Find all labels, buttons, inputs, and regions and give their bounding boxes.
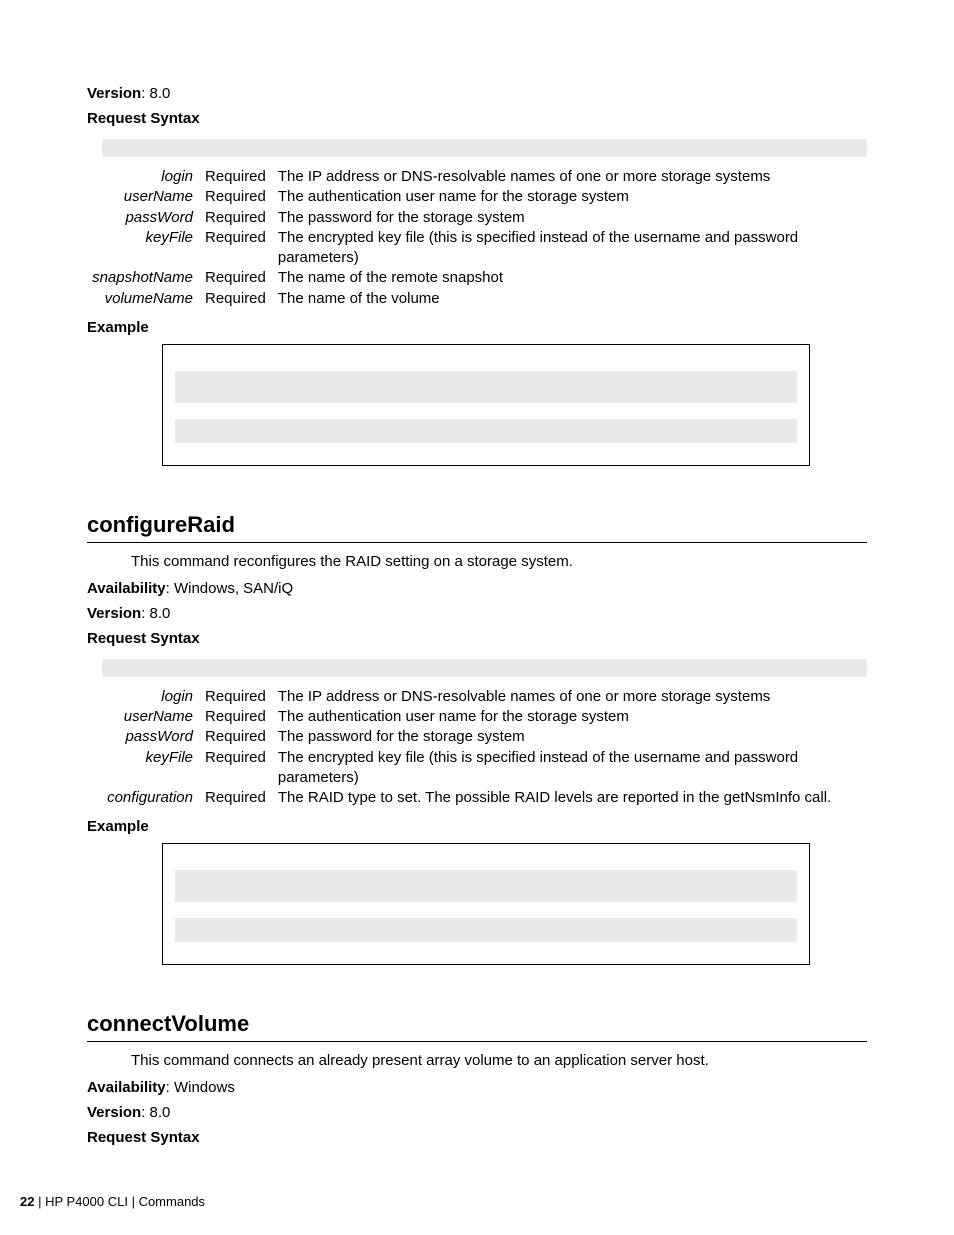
availability-line: Availability: Windows xyxy=(87,1079,867,1096)
table-row: login Required The IP address or DNS-res… xyxy=(87,687,842,707)
param-name: volumeName xyxy=(87,289,199,309)
example-box xyxy=(162,843,810,965)
example-placeholder-bar xyxy=(175,918,797,942)
param-description: The name of the volume xyxy=(272,289,842,309)
table-row: userName Required The authentication use… xyxy=(87,187,842,207)
param-required: Required xyxy=(199,748,272,789)
param-name: passWord xyxy=(87,727,199,747)
param-name: configuration xyxy=(87,788,199,808)
param-name: login xyxy=(87,167,199,187)
version-label: Version xyxy=(87,605,141,622)
version-value: : 8.0 xyxy=(141,605,170,622)
param-required: Required xyxy=(199,707,272,727)
table-row: userName Required The authentication use… xyxy=(87,707,842,727)
version-value: : 8.0 xyxy=(141,85,170,102)
table-row: snapshotName Required The name of the re… xyxy=(87,268,842,288)
syntax-placeholder-bar xyxy=(102,659,867,677)
table-row: volumeName Required The name of the volu… xyxy=(87,289,842,309)
table-row: configuration Required The RAID type to … xyxy=(87,788,842,808)
section-description: This command connects an already present… xyxy=(131,1052,867,1069)
availability-label: Availability xyxy=(87,1079,166,1096)
section-heading-configureraid: configureRaid xyxy=(87,512,867,543)
param-description: The name of the remote snapshot xyxy=(272,268,842,288)
param-required: Required xyxy=(199,208,272,228)
param-name: passWord xyxy=(87,208,199,228)
page-number: 22 xyxy=(20,1194,34,1209)
footer-product: HP P4000 CLI xyxy=(45,1194,128,1209)
param-required: Required xyxy=(199,687,272,707)
param-name: keyFile xyxy=(87,748,199,789)
param-description: The password for the storage system xyxy=(272,727,842,747)
param-required: Required xyxy=(199,187,272,207)
parameter-table: login Required The IP address or DNS-res… xyxy=(87,167,842,309)
request-syntax-label: Request Syntax xyxy=(87,110,867,127)
example-box xyxy=(162,344,810,466)
param-required: Required xyxy=(199,788,272,808)
param-name: userName xyxy=(87,187,199,207)
example-placeholder-bar xyxy=(175,371,797,403)
availability-value: : Windows xyxy=(166,1079,235,1096)
param-description: The RAID type to set. The possible RAID … xyxy=(272,788,842,808)
version-line: Version: 8.0 xyxy=(87,605,867,622)
table-row: keyFile Required The encrypted key file … xyxy=(87,228,842,269)
param-required: Required xyxy=(199,727,272,747)
table-row: passWord Required The password for the s… xyxy=(87,727,842,747)
param-description: The encrypted key file (this is specifie… xyxy=(272,228,842,269)
syntax-placeholder-bar xyxy=(102,139,867,157)
param-required: Required xyxy=(199,167,272,187)
section-heading-connectvolume: connectVolume xyxy=(87,1011,867,1042)
table-row: login Required The IP address or DNS-res… xyxy=(87,167,842,187)
section-description: This command reconfigures the RAID setti… xyxy=(131,553,867,570)
table-row: passWord Required The password for the s… xyxy=(87,208,842,228)
param-required: Required xyxy=(199,228,272,269)
footer-section: Commands xyxy=(139,1194,205,1209)
example-placeholder-bar xyxy=(175,870,797,902)
parameter-table: login Required The IP address or DNS-res… xyxy=(87,687,842,809)
version-line: Version: 8.0 xyxy=(87,85,867,102)
param-description: The authentication user name for the sto… xyxy=(272,187,842,207)
example-label: Example xyxy=(87,818,867,835)
example-placeholder-bar xyxy=(175,419,797,443)
param-required: Required xyxy=(199,268,272,288)
footer-sep: | xyxy=(128,1194,139,1209)
version-line: Version: 8.0 xyxy=(87,1104,867,1121)
param-required: Required xyxy=(199,289,272,309)
request-syntax-label: Request Syntax xyxy=(87,630,867,647)
param-description: The IP address or DNS-resolvable names o… xyxy=(272,167,842,187)
version-label: Version xyxy=(87,85,141,102)
param-description: The encrypted key file (this is specifie… xyxy=(272,748,842,789)
param-name: userName xyxy=(87,707,199,727)
param-description: The password for the storage system xyxy=(272,208,842,228)
param-name: keyFile xyxy=(87,228,199,269)
page-footer: 22 | HP P4000 CLI | Commands xyxy=(20,1194,205,1209)
example-label: Example xyxy=(87,319,867,336)
version-label: Version xyxy=(87,1104,141,1121)
availability-label: Availability xyxy=(87,580,166,597)
footer-sep: | xyxy=(34,1194,45,1209)
param-description: The IP address or DNS-resolvable names o… xyxy=(272,687,842,707)
version-value: : 8.0 xyxy=(141,1104,170,1121)
request-syntax-label: Request Syntax xyxy=(87,1129,867,1146)
param-name: login xyxy=(87,687,199,707)
param-name: snapshotName xyxy=(87,268,199,288)
param-description: The authentication user name for the sto… xyxy=(272,707,842,727)
availability-line: Availability: Windows, SAN/iQ xyxy=(87,580,867,597)
table-row: keyFile Required The encrypted key file … xyxy=(87,748,842,789)
availability-value: : Windows, SAN/iQ xyxy=(166,580,294,597)
